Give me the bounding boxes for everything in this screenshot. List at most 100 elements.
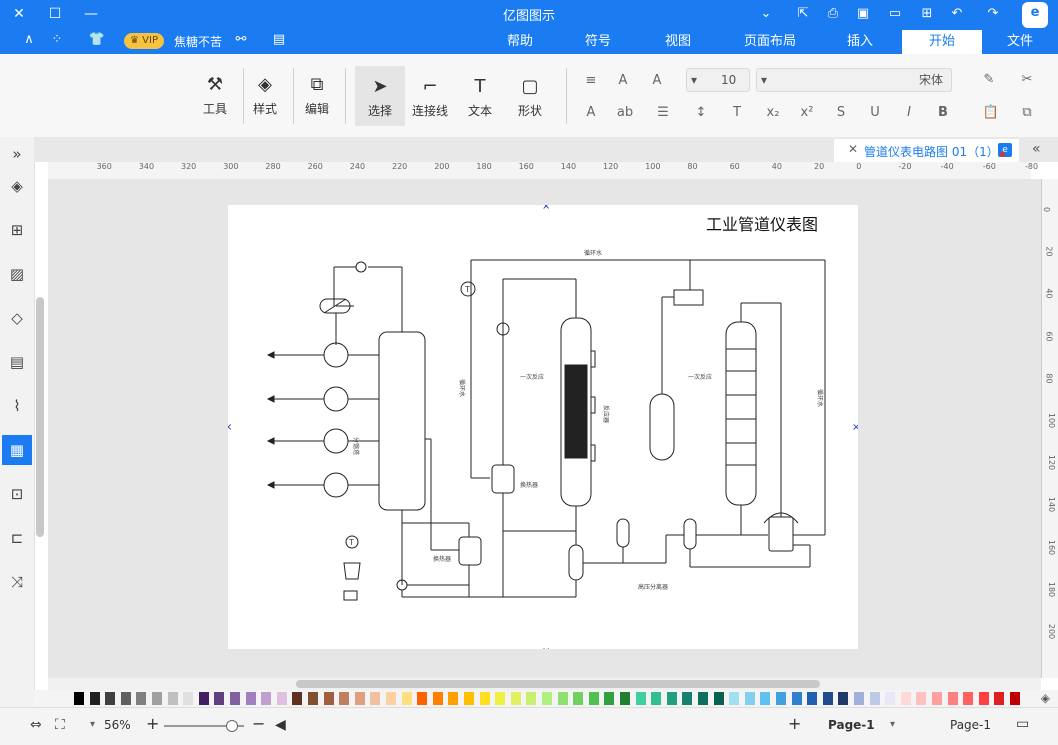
- color-swatch[interactable]: [495, 692, 506, 705]
- color-swatch[interactable]: [261, 692, 272, 705]
- color-swatch[interactable]: [791, 692, 802, 705]
- color-swatch[interactable]: [354, 692, 365, 705]
- cut-icon[interactable]: ✂: [1016, 69, 1038, 91]
- color-swatch[interactable]: [89, 692, 100, 705]
- page-layout-icon[interactable]: ▭: [1016, 716, 1029, 732]
- color-swatch[interactable]: [698, 692, 708, 705]
- color-swatch[interactable]: [230, 692, 240, 705]
- page-tab[interactable]: Page-1: [828, 718, 875, 732]
- chart-icon[interactable]: ⌇: [6, 395, 28, 417]
- share-icon[interactable]: ⚯: [230, 29, 252, 51]
- color-swatch[interactable]: [947, 692, 958, 705]
- canvas-area[interactable]: × × × ×: [48, 179, 1041, 678]
- color-swatch[interactable]: [276, 692, 287, 705]
- color-swatch[interactable]: [729, 692, 740, 705]
- superscript-icon[interactable]: x²: [796, 102, 818, 124]
- close-window-button[interactable]: ✕: [8, 4, 30, 24]
- zoom-in-icon[interactable]: +: [146, 714, 159, 733]
- color-swatch[interactable]: [526, 692, 537, 705]
- color-swatch[interactable]: [900, 692, 911, 705]
- vip-badge[interactable]: ♛ VIP: [124, 33, 164, 49]
- color-swatch[interactable]: [198, 692, 209, 705]
- separator-vessel[interactable]: [649, 393, 675, 461]
- document-icon[interactable]: ▤: [6, 351, 28, 373]
- widget-icon[interactable]: ⊡: [6, 483, 28, 505]
- scrollbar-thumb[interactable]: [296, 680, 820, 688]
- color-swatch[interactable]: [854, 692, 864, 705]
- collapse-right-panel-icon[interactable]: «: [1032, 141, 1041, 157]
- zoom-dropdown-icon[interactable]: ▾: [90, 719, 95, 730]
- add-page-icon[interactable]: +: [788, 714, 801, 733]
- quick-access-menu-icon[interactable]: ⌄: [755, 3, 777, 25]
- tools-button[interactable]: ⚒ 工具: [190, 64, 240, 124]
- color-swatch[interactable]: [807, 692, 818, 705]
- heat-exchanger[interactable]: [491, 464, 515, 494]
- color-swatch[interactable]: [713, 692, 724, 705]
- undo-icon[interactable]: ↶: [946, 3, 968, 25]
- save-icon[interactable]: ▣: [852, 3, 874, 25]
- align-icon[interactable]: ≡: [580, 70, 602, 92]
- image-icon[interactable]: ▨: [6, 263, 28, 285]
- tab-home[interactable]: 开始: [902, 30, 982, 54]
- heat-exchanger[interactable]: [458, 536, 482, 566]
- export-icon[interactable]: ⇱: [792, 3, 814, 25]
- color-swatch[interactable]: [183, 692, 194, 705]
- format-icon[interactable]: ⊏: [6, 527, 28, 549]
- copy-icon[interactable]: ⧉: [1016, 102, 1038, 124]
- color-swatch[interactable]: [635, 692, 646, 705]
- maximize-window-button[interactable]: ☐: [44, 4, 66, 24]
- color-swatch[interactable]: [869, 692, 880, 705]
- tab-insert[interactable]: 插入: [840, 30, 880, 54]
- page-dropdown-icon[interactable]: ▾: [890, 719, 895, 730]
- shirt-icon[interactable]: 👕: [86, 29, 108, 51]
- underline-icon[interactable]: U: [864, 102, 886, 124]
- color-swatch[interactable]: [1010, 692, 1020, 705]
- highlight-icon[interactable]: ab: [614, 102, 636, 124]
- font-grow-icon[interactable]: A: [646, 70, 668, 92]
- collapse-ribbon-icon[interactable]: ∧: [18, 29, 40, 51]
- vessel-icon[interactable]: [343, 562, 361, 580]
- grid-icon[interactable]: ⊞: [6, 219, 28, 241]
- color-swatch[interactable]: [557, 692, 568, 705]
- instrument-box[interactable]: [673, 289, 704, 306]
- reboiler[interactable]: [768, 516, 794, 552]
- apps-icon[interactable]: ⁘: [46, 29, 68, 51]
- color-swatch[interactable]: [167, 692, 178, 705]
- zoom-slider-thumb[interactable]: [226, 720, 238, 732]
- font-name-select[interactable]: ▾ 宋体: [756, 68, 952, 92]
- fill-icon[interactable]: ◈: [6, 175, 28, 197]
- color-swatch[interactable]: [120, 692, 131, 705]
- layers-icon[interactable]: ◇: [6, 307, 28, 329]
- color-swatch[interactable]: [308, 692, 318, 705]
- color-swatch[interactable]: [136, 692, 147, 705]
- color-swatch[interactable]: [573, 692, 584, 705]
- color-swatch[interactable]: [214, 692, 225, 705]
- small-vessel[interactable]: [683, 518, 697, 550]
- color-swatch[interactable]: [74, 692, 84, 705]
- format-painter-icon[interactable]: ✎: [978, 69, 1000, 91]
- style-button[interactable]: ◈ 样式: [240, 64, 290, 124]
- user-name[interactable]: 焦糖不苦: [174, 33, 222, 50]
- tab-page-layout[interactable]: 页面布局: [735, 30, 805, 54]
- color-swatch[interactable]: [339, 692, 350, 705]
- color-swatch[interactable]: [479, 692, 490, 705]
- color-swatch[interactable]: [885, 692, 896, 705]
- color-swatch[interactable]: [105, 692, 116, 705]
- font-shrink-icon[interactable]: A: [612, 70, 634, 92]
- horizontal-scrollbar[interactable]: [48, 678, 1041, 690]
- fullscreen-icon[interactable]: ⛶: [55, 717, 65, 733]
- color-swatch[interactable]: [978, 692, 989, 705]
- selection-handle[interactable]: ×: [542, 646, 550, 649]
- open-icon[interactable]: ▭: [884, 3, 906, 25]
- shuffle-icon[interactable]: ⤨: [6, 571, 28, 593]
- color-swatch[interactable]: [822, 692, 833, 705]
- fit-width-icon[interactable]: ⇔: [30, 717, 42, 733]
- text-button[interactable]: T 文本: [455, 66, 505, 126]
- color-swatch[interactable]: [152, 692, 162, 705]
- color-swatch[interactable]: [432, 692, 443, 705]
- pump-icon[interactable]: [323, 386, 349, 412]
- play-icon[interactable]: ◀: [275, 717, 286, 733]
- redo-icon[interactable]: ↷: [982, 3, 1004, 25]
- selection-handle[interactable]: ×: [852, 422, 858, 433]
- paste-icon[interactable]: 📋: [980, 102, 1002, 124]
